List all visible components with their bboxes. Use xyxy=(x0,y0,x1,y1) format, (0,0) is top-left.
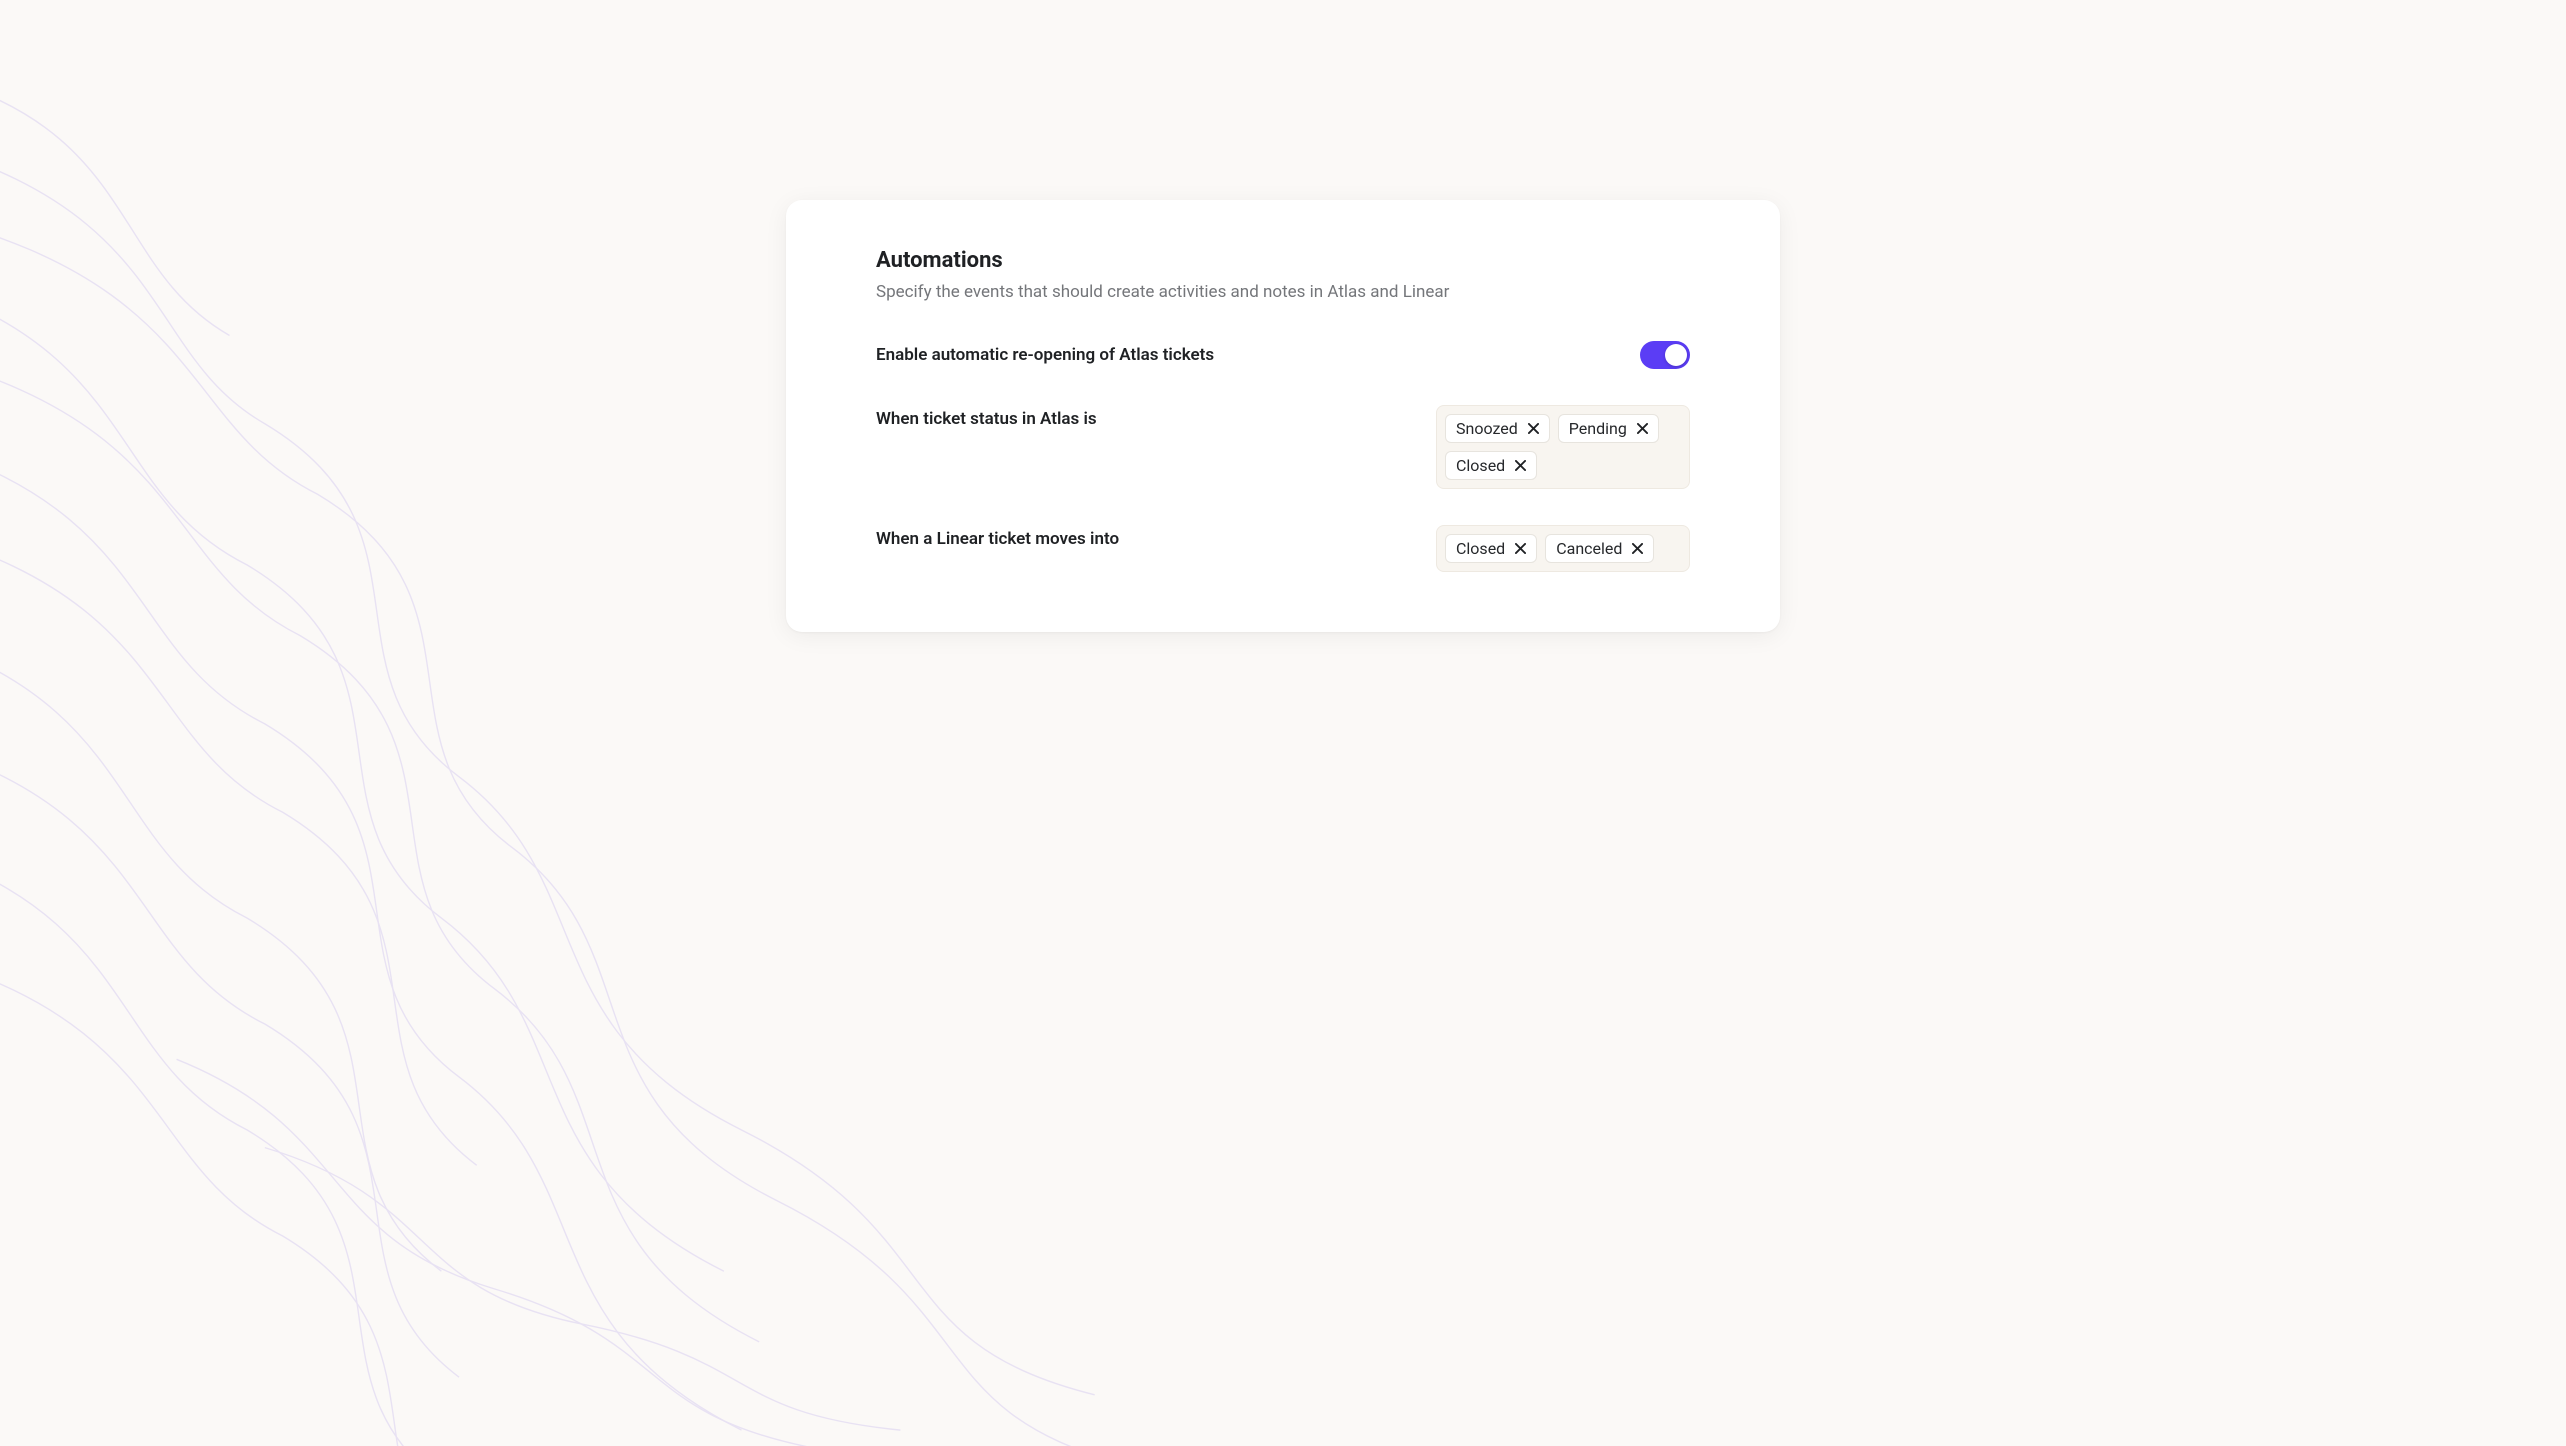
tag-label: Closed xyxy=(1456,456,1505,475)
tag-closed-linear: Closed xyxy=(1445,534,1537,563)
close-icon[interactable] xyxy=(1637,423,1648,434)
tag-canceled: Canceled xyxy=(1545,534,1654,563)
automations-card: Automations Specify the events that shou… xyxy=(786,200,1780,632)
enable-reopen-label: Enable automatic re-opening of Atlas tic… xyxy=(876,345,1214,365)
tag-pending: Pending xyxy=(1558,414,1659,443)
tag-label: Pending xyxy=(1569,419,1627,438)
tag-closed: Closed xyxy=(1445,451,1537,480)
close-icon[interactable] xyxy=(1528,423,1539,434)
tag-label: Canceled xyxy=(1556,539,1622,558)
enable-reopen-toggle[interactable] xyxy=(1640,341,1690,369)
close-icon[interactable] xyxy=(1632,543,1643,554)
setting-row-enable-reopen: Enable automatic re-opening of Atlas tic… xyxy=(876,341,1690,369)
close-icon[interactable] xyxy=(1515,543,1526,554)
toggle-knob xyxy=(1665,344,1687,366)
card-description: Specify the events that should create ac… xyxy=(876,281,1690,305)
tag-label: Closed xyxy=(1456,539,1505,558)
atlas-status-tag-box[interactable]: Snoozed Pending Closed xyxy=(1436,405,1690,489)
linear-moves-tag-box[interactable]: Closed Canceled xyxy=(1436,525,1690,572)
card-title: Automations xyxy=(876,248,1690,273)
setting-row-linear-moves: When a Linear ticket moves into Closed C… xyxy=(876,525,1690,572)
linear-moves-label: When a Linear ticket moves into xyxy=(876,525,1119,549)
close-icon[interactable] xyxy=(1515,460,1526,471)
tag-snoozed: Snoozed xyxy=(1445,414,1550,443)
tag-label: Snoozed xyxy=(1456,419,1518,438)
setting-row-atlas-status: When ticket status in Atlas is Snoozed P… xyxy=(876,405,1690,489)
atlas-status-label: When ticket status in Atlas is xyxy=(876,405,1097,429)
